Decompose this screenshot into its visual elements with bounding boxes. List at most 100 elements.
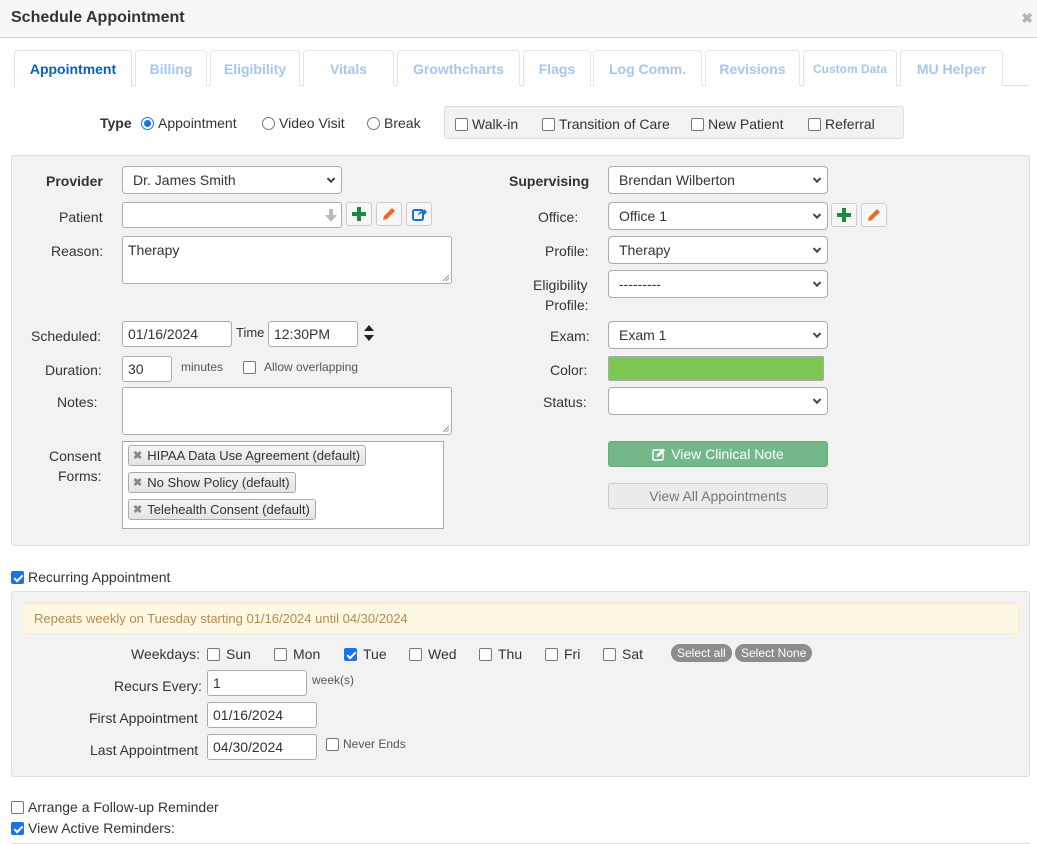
recurs-every-input[interactable]: 1 — [207, 670, 307, 696]
tab-log-comm[interactable]: Log Comm. — [593, 50, 702, 86]
scheduled-time-input[interactable]: 12:30PM — [268, 321, 358, 347]
recurring-appointment-checkbox[interactable]: Recurring Appointment — [11, 569, 170, 585]
checkbox-label: Allow overlapping — [264, 360, 359, 374]
type-break-radio[interactable]: Break — [367, 115, 421, 131]
radio-icon[interactable] — [367, 116, 380, 130]
provider-select[interactable]: Dr. James Smith — [122, 166, 342, 194]
checkbox-icon[interactable] — [455, 117, 468, 131]
scheduled-date-input[interactable]: 01/16/2024 — [122, 321, 232, 347]
last-appointment-input[interactable]: 04/30/2024 — [207, 734, 317, 760]
notes-label: Notes: — [57, 394, 98, 410]
tab-vitals[interactable]: Vitals — [303, 50, 394, 86]
view-clinical-note-button[interactable]: View Clinical Note — [608, 441, 828, 467]
plus-icon — [352, 207, 366, 221]
remove-icon[interactable]: ✖ — [133, 503, 142, 516]
checkbox-label: View Active Reminders: — [28, 820, 175, 836]
tab-mu-helper[interactable]: MU Helper — [900, 50, 1003, 86]
remove-icon[interactable]: ✖ — [133, 476, 142, 489]
type-appointment-radio[interactable]: Appointment — [141, 115, 237, 131]
allow-overlapping-checkbox[interactable]: Allow overlapping — [243, 360, 358, 374]
checkbox-icon[interactable] — [207, 647, 220, 661]
tab-flags[interactable]: Flags — [523, 50, 591, 86]
first-appointment-input[interactable]: 01/16/2024 — [207, 702, 317, 728]
dialog-titlebar: Schedule Appointment ✖ — [0, 0, 1037, 38]
exam-select[interactable]: Exam 1 — [608, 321, 828, 349]
weekday-thu-checkbox[interactable]: Thu — [479, 646, 522, 662]
tab-growthcharts[interactable]: Growthcharts — [397, 50, 520, 86]
tab-eligibility[interactable]: Eligibility — [210, 50, 300, 86]
transition-of-care-checkbox[interactable]: Transition of Care — [542, 116, 670, 132]
last-appointment-label: Last Appointment — [90, 742, 199, 758]
new-patient-checkbox[interactable]: New Patient — [691, 116, 783, 132]
weekday-mon-checkbox[interactable]: Mon — [274, 646, 320, 662]
radio-icon[interactable] — [141, 116, 154, 130]
add-patient-button[interactable] — [346, 202, 372, 226]
chevron-down-icon — [812, 210, 822, 220]
checkbox-icon[interactable] — [603, 647, 616, 661]
notes-textarea[interactable] — [122, 387, 452, 435]
office-label: Office: — [538, 209, 579, 225]
chip-label: No Show Policy (default) — [147, 475, 290, 490]
color-label: Color: — [550, 362, 588, 378]
checkbox-icon[interactable] — [344, 647, 357, 661]
type-video-visit-radio[interactable]: Video Visit — [262, 115, 345, 131]
checkbox-icon[interactable] — [545, 647, 558, 661]
office-select[interactable]: Office 1 — [608, 202, 828, 230]
status-select[interactable] — [608, 387, 828, 415]
chip-label: HIPAA Data Use Agreement (default) — [147, 448, 361, 463]
select-all-button[interactable]: Select all — [671, 644, 732, 662]
color-picker[interactable] — [608, 356, 824, 381]
button-label: View Clinical Note — [671, 446, 784, 462]
checkbox-icon[interactable] — [11, 570, 24, 584]
remove-icon[interactable]: ✖ — [133, 449, 142, 462]
sort-updown-icon[interactable] — [364, 325, 374, 341]
checkbox-icon[interactable] — [243, 360, 256, 374]
checkbox-icon[interactable] — [691, 117, 704, 131]
view-active-reminders-checkbox[interactable]: View Active Reminders: — [11, 820, 175, 836]
consent-forms-multiselect[interactable]: ✖ HIPAA Data Use Agreement (default) ✖ N… — [122, 441, 444, 529]
consent-label-line1: Consent — [49, 448, 102, 464]
profile-select[interactable]: Therapy — [608, 236, 828, 264]
weekday-tue-checkbox[interactable]: Tue — [344, 646, 387, 662]
radio-icon[interactable] — [262, 116, 275, 130]
add-office-button[interactable] — [831, 203, 857, 227]
weekday-wed-checkbox[interactable]: Wed — [409, 646, 457, 662]
supervising-select[interactable]: Brendan Wilberton — [608, 166, 828, 194]
supervising-value: Brendan Wilberton — [619, 172, 735, 188]
view-all-appointments-button[interactable]: View All Appointments — [608, 483, 828, 509]
edit-office-button[interactable] — [861, 203, 887, 227]
never-ends-checkbox[interactable]: Never Ends — [326, 737, 406, 751]
checkbox-icon[interactable] — [11, 821, 24, 835]
open-patient-button[interactable] — [406, 202, 432, 226]
eligibility-profile-select[interactable]: --------- — [608, 270, 828, 298]
tab-billing[interactable]: Billing — [135, 50, 207, 86]
pencil-icon — [383, 208, 395, 220]
edit-patient-button[interactable] — [376, 202, 402, 226]
tab-appointment[interactable]: Appointment — [14, 50, 132, 87]
duration-input[interactable]: 30 — [122, 356, 172, 382]
checkbox-icon[interactable] — [542, 117, 555, 131]
tab-custom-data[interactable]: Custom Data — [803, 50, 897, 86]
checkbox-icon[interactable] — [326, 737, 339, 751]
minutes-label: minutes — [181, 360, 224, 374]
reason-textarea[interactable]: Therapy — [122, 236, 452, 284]
close-icon[interactable]: ✖ — [1021, 10, 1033, 27]
checkbox-icon[interactable] — [409, 647, 422, 661]
tab-revisions[interactable]: Revisions — [705, 50, 800, 86]
checkbox-label: Recurring Appointment — [28, 569, 171, 585]
follow-up-reminder-checkbox[interactable]: Arrange a Follow-up Reminder — [11, 799, 219, 815]
checkbox-icon[interactable] — [479, 647, 492, 661]
share-external-icon — [411, 209, 427, 221]
checkbox-icon[interactable] — [808, 117, 821, 131]
weekday-fri-checkbox[interactable]: Fri — [545, 646, 580, 662]
referral-checkbox[interactable]: Referral — [808, 116, 875, 132]
select-none-button[interactable]: Select None — [735, 644, 813, 662]
radio-label: Video Visit — [279, 115, 345, 131]
weekday-sun-checkbox[interactable]: Sun — [207, 646, 251, 662]
weekday-sat-checkbox[interactable]: Sat — [603, 646, 643, 662]
patient-input[interactable] — [122, 202, 342, 228]
checkbox-icon[interactable] — [274, 647, 287, 661]
walk-in-checkbox[interactable]: Walk-in — [455, 116, 518, 132]
checkbox-icon[interactable] — [11, 800, 24, 814]
checkbox-label: New Patient — [708, 116, 784, 132]
